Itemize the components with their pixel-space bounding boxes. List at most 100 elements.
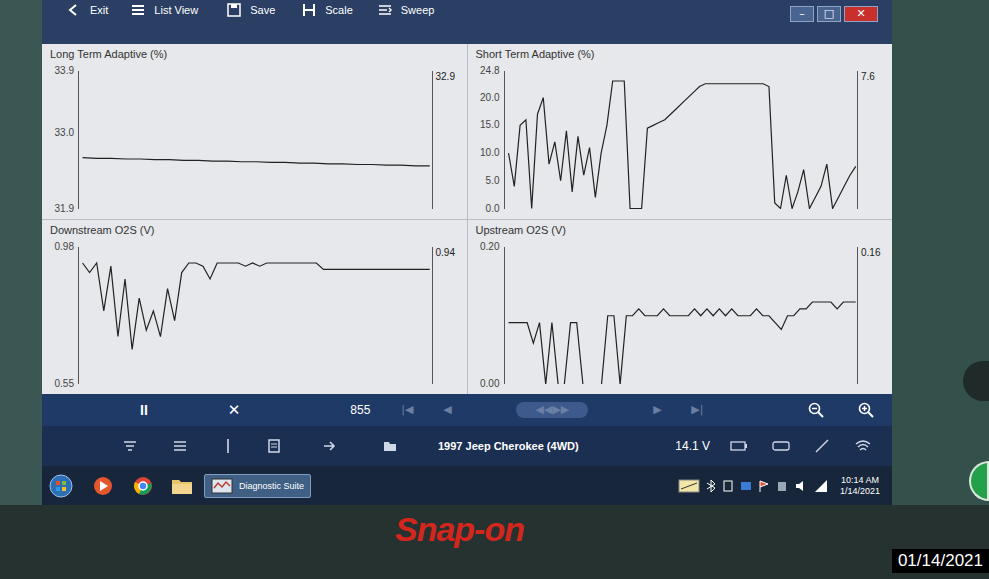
pause-button[interactable]: II [138, 401, 150, 419]
chart-body: 0.200.000.16 [468, 237, 893, 395]
y-axis: 24.820.015.010.05.00.0 [468, 71, 504, 209]
bluetooth-icon [706, 479, 716, 493]
series-line [505, 71, 858, 209]
playback-button[interactable]: ◀ [436, 403, 458, 417]
battery-voltage: 14.1 V [675, 439, 710, 453]
reading-column: 0.94 [433, 247, 467, 385]
report-icon [266, 438, 282, 454]
series-polyline [508, 81, 855, 209]
expand-icon [172, 438, 188, 454]
toolbar-button[interactable]: Exit [66, 2, 108, 18]
toolbar-button[interactable]: Save [226, 2, 275, 18]
series-polyline [508, 302, 855, 385]
y-tick: 5.0 [486, 175, 500, 187]
window-control[interactable]: ✕ [844, 6, 878, 22]
y-tick: 0.20 [480, 241, 499, 253]
flag-icon [758, 479, 770, 493]
chart-panel: Upstream O2S (V)0.200.000.16 [468, 220, 893, 395]
chart-panel: Short Term Adaptive (%) 24.820.015.010.05… [468, 44, 893, 219]
current-reading: 7.6 [861, 71, 892, 83]
toolbar-label: List View [154, 3, 198, 17]
chart-title: Downstream O2S (V) [42, 220, 467, 237]
toolbar-label: Sweep [401, 3, 435, 17]
battery-tray-icon [776, 479, 788, 493]
frame-counter: 855 [350, 402, 370, 418]
taskbar: Diagnostic Suite 10:14 AM1/14/2021 [42, 466, 892, 505]
scale-icon [301, 2, 317, 18]
chart-title: Long Term Adaptive (%) [42, 44, 467, 61]
clock[interactable]: 10:14 AM1/14/2021 [840, 475, 880, 497]
y-tick: 0.55 [55, 378, 74, 390]
right-bezel [892, 0, 989, 505]
y-axis: 0.200.00 [468, 247, 504, 385]
chart-title: Short Term Adaptive (%) [468, 44, 893, 61]
series-line [79, 247, 432, 385]
y-tick: 0.98 [55, 241, 74, 253]
signal-line-icon [814, 438, 830, 454]
device-upper: ExitList ViewSaveScaleSweep–□✕Long Term … [0, 0, 989, 505]
explorer-icon [170, 476, 194, 496]
side-button[interactable] [963, 361, 989, 401]
current-reading: 0.94 [436, 247, 467, 259]
playback-button[interactable]: |◀ [396, 403, 418, 417]
sweep-icon [377, 2, 393, 18]
plot-area [504, 71, 859, 209]
y-tick: 31.9 [55, 203, 74, 215]
toolbar-button[interactable]: List View [130, 2, 198, 18]
diagnostic-suite-icon [211, 478, 233, 494]
list-icon [130, 2, 146, 18]
plot-area [78, 247, 433, 385]
start-icon [48, 473, 74, 499]
window-control[interactable]: □ [817, 6, 841, 22]
device-photo: ExitList ViewSaveScaleSweep–□✕Long Term … [0, 0, 989, 579]
left-bezel [0, 0, 42, 505]
playback-button[interactable]: ▶| [686, 403, 708, 417]
current-reading: 32.9 [436, 71, 467, 83]
zoom-in-icon [858, 402, 874, 418]
wifi-icon [854, 438, 872, 454]
brand-logo: Snap-on [395, 509, 524, 549]
folder-icon [382, 438, 398, 454]
y-axis: 33.933.031.9 [42, 71, 78, 209]
network-icon [814, 479, 828, 493]
y-tick: 24.8 [480, 65, 499, 77]
device-lower: Snap-on [0, 505, 989, 579]
window-control[interactable]: – [790, 6, 814, 22]
forward-icon [322, 438, 338, 454]
taskbar-app[interactable]: Diagnostic Suite [204, 474, 311, 498]
toolbar: Exit List View Save Scale Sweep –□✕ [42, 0, 892, 44]
connection-icon [772, 440, 790, 452]
toolbar-label: Scale [325, 3, 353, 17]
playback-controls: |◀ ◀ ◀◀▶▶ ▶ ▶| [396, 402, 708, 418]
zoom-controls [808, 402, 874, 418]
stop-button[interactable]: ✕ [226, 401, 243, 419]
battery-icon [730, 440, 748, 452]
playback-slider[interactable]: ◀◀▶▶ [516, 402, 588, 418]
window-controls: –□✕ [790, 6, 878, 22]
y-tick: 0.00 [480, 378, 499, 390]
plot-area [78, 71, 433, 209]
playback-button[interactable]: ▶ [646, 403, 668, 417]
plot-area [504, 247, 859, 385]
screen: ExitList ViewSaveScaleSweep–□✕Long Term … [42, 0, 892, 505]
series-polyline [83, 262, 430, 348]
vehicle-bar: 1997 Jeep Cherokee (4WD) 14.1 V [42, 426, 892, 466]
chart-title: Upstream O2S (V) [468, 220, 893, 237]
photo-date-stamp: 01/14/2021 [892, 549, 989, 573]
power-button[interactable] [969, 461, 989, 501]
vehicle-name: 1997 Jeep Cherokee (4WD) [438, 439, 579, 453]
playback-bar: II ✕ 855 |◀ ◀ ◀◀▶▶ ▶ ▶| [42, 394, 892, 426]
reading-column: 7.6 [858, 71, 892, 209]
clock-date: 1/14/2021 [840, 486, 880, 497]
series-polyline [83, 158, 430, 166]
y-tick: 33.0 [55, 127, 74, 139]
taskbar-app-label: Diagnostic Suite [239, 480, 304, 492]
chart-panel: Long Term Adaptive (%) 33.933.031.9 32.9 [42, 44, 467, 219]
y-axis: 0.980.55 [42, 247, 78, 385]
toolbar-button[interactable]: Scale [301, 2, 353, 18]
y-tick: 15.0 [480, 119, 499, 131]
toolbar-button[interactable]: Sweep [377, 2, 435, 18]
chart-grid: Long Term Adaptive (%) 33.933.031.9 32.9Sh… [42, 44, 892, 394]
system-tray: 10:14 AM1/14/2021 [678, 475, 880, 497]
collapse-icon [122, 438, 138, 454]
